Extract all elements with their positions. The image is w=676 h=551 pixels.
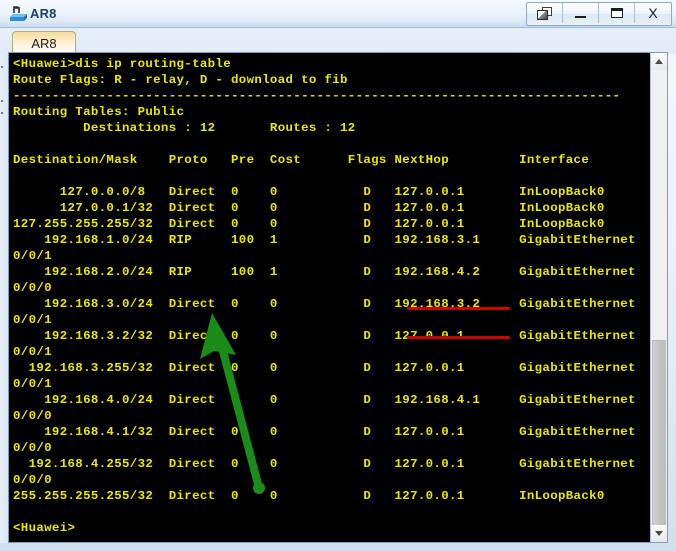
tab-ar8-label: AR8 (31, 35, 57, 51)
annotation-underline-nexthop-1 (407, 307, 510, 310)
router-icon (10, 6, 27, 21)
terminal-output-area[interactable]: <Huawei>dis ip routing-table Route Flags… (9, 53, 650, 542)
terminal-frame: <Huawei>dis ip routing-table Route Flags… (8, 52, 668, 543)
tab-strip: AR8 (0, 28, 676, 55)
edge-tick (1, 100, 3, 102)
edge-tick (1, 112, 3, 114)
scrollbar-thumb[interactable] (652, 340, 666, 527)
scrollbar-track[interactable] (651, 70, 667, 527)
close-icon: X (648, 5, 658, 21)
chevron-up-icon (655, 59, 663, 64)
close-button[interactable]: X (635, 3, 671, 23)
window-controls: X (526, 2, 672, 26)
terminal-scrollbar[interactable] (650, 53, 667, 542)
edge-tick (1, 66, 3, 68)
device-cli-window: AR8 X AR8 <Huawei>dis ip routing-table R… (0, 0, 676, 551)
restore-button[interactable] (527, 3, 563, 23)
scroll-up-button[interactable] (651, 53, 667, 70)
minimize-button[interactable] (563, 3, 599, 23)
restore-icon (537, 6, 552, 20)
chevron-down-icon (655, 531, 663, 536)
maximize-button[interactable] (599, 3, 635, 23)
window-title: AR8 (30, 6, 57, 21)
title-bar: AR8 X (0, 0, 676, 28)
terminal-text: <Huawei>dis ip routing-table Route Flags… (13, 57, 636, 535)
minimize-icon (575, 15, 586, 18)
maximize-icon (610, 8, 623, 18)
window-left-edge (0, 54, 8, 543)
annotation-underline-nexthop-2 (407, 336, 510, 339)
scroll-down-button[interactable] (651, 525, 667, 542)
